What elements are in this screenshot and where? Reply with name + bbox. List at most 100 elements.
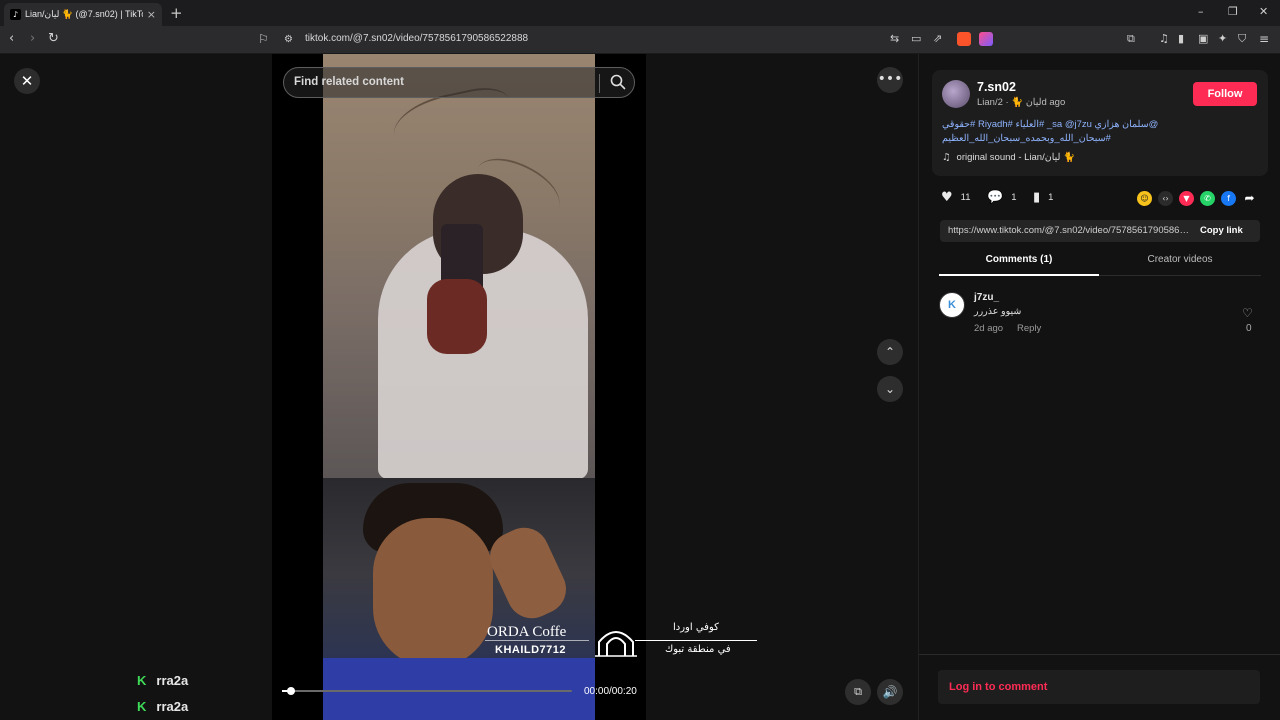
comment-icon: 💬 <box>987 190 1004 205</box>
url-text: tiktok.com/@7.sn02/video/757856179058652… <box>305 33 529 44</box>
commenter-avatar[interactable]: K <box>939 292 965 318</box>
overlay-arabic-bottom: في منطقة تبوك <box>665 644 731 655</box>
next-video-button[interactable]: ⌄ <box>877 376 903 402</box>
menu-icon[interactable]: ≡ <box>1259 31 1269 47</box>
share-arrow-icon[interactable]: ➦ <box>1242 191 1257 206</box>
browser-tabstrip: ♪ Lian/ليان 🐈 (@7.sn02) | TikTok × + – ❐… <box>0 0 1280 26</box>
repost-icon[interactable]: ▼ <box>1179 191 1194 206</box>
share-link-box: https://www.tiktok.com/@7.sn02/video/757… <box>940 220 1260 242</box>
progress-handle[interactable] <box>286 687 295 695</box>
like-button[interactable]: ♥ 11 <box>941 190 971 205</box>
related-search-input[interactable]: Find related content <box>283 67 635 98</box>
site-info-icon[interactable]: ⚙ <box>284 32 293 48</box>
cafe-logo-icon <box>595 631 637 657</box>
kick-watermark: Krra2a <box>137 699 188 714</box>
nickname-text: Lian/ليان 🐈 <box>977 97 1042 108</box>
video-time: 00:00/00:20 <box>584 686 637 697</box>
window-close-icon[interactable]: ✕ <box>1259 5 1268 18</box>
reply-button[interactable]: Reply <box>1017 323 1041 334</box>
share-link-text[interactable]: https://www.tiktok.com/@7.sn02/video/757… <box>948 225 1190 236</box>
like-count: 11 <box>960 192 971 203</box>
kick-icon: K <box>137 699 147 714</box>
comment-text: شيوو عذررر <box>974 306 1022 317</box>
kick-icon: K <box>137 673 147 688</box>
back-icon[interactable]: ‹ <box>9 31 14 47</box>
brave-shield-icon[interactable] <box>957 32 971 46</box>
overlay-line <box>635 640 757 641</box>
browser-tab[interactable]: ♪ Lian/ليان 🐈 (@7.sn02) | TikTok × <box>4 3 162 26</box>
login-to-comment-link[interactable]: Log in to comment <box>949 681 1047 693</box>
tab-title: Lian/ليان 🐈 (@7.sn02) | TikTok <box>25 9 143 19</box>
sound-link[interactable]: ♫ original sound - Lian/ليان 🐈 <box>942 152 1075 163</box>
cast-icon[interactable]: ▭ <box>911 31 921 47</box>
overlay-line <box>485 640 589 641</box>
more-options-button[interactable]: ••• <box>877 67 903 93</box>
video-frame-top <box>323 54 595 479</box>
friends-share-icon[interactable]: ☺ <box>1137 191 1152 206</box>
close-tab-icon[interactable]: × <box>147 8 156 21</box>
divider <box>919 654 1280 655</box>
video-frame-bottom <box>323 478 595 720</box>
facebook-icon[interactable]: f <box>1221 191 1236 206</box>
comment-like-icon[interactable]: ♡ <box>1242 306 1253 320</box>
save-count: 1 <box>1048 192 1054 203</box>
media-icon[interactable]: ♫ <box>1159 31 1169 47</box>
comment-button[interactable]: 💬 1 <box>987 190 1016 205</box>
bookmark-icon[interactable]: ⚐ <box>258 31 269 47</box>
screenshot-icon[interactable]: ⧉ <box>1127 31 1135 47</box>
creator-card: 7.sn02 Lian/ليان 🐈 · 2d ago Follow @سلما… <box>932 70 1268 176</box>
search-divider <box>599 74 600 93</box>
tiktok-video-page: ✕ Find related content ORDA Coffe KHAILD… <box>0 54 1280 720</box>
comment-time: 2d ago <box>974 323 1004 334</box>
login-to-comment-box[interactable]: Log in to comment <box>938 670 1260 704</box>
video-progress-bar[interactable] <box>282 687 572 695</box>
hand <box>427 279 487 354</box>
music-note-icon: ♫ <box>942 152 951 163</box>
creator-nickname: Lian/ليان 🐈 · 2d ago <box>977 97 1065 108</box>
volume-button[interactable]: 🔊 <box>877 679 903 705</box>
vpn-icon[interactable]: ⛉ <box>1238 31 1246 47</box>
whatsapp-icon[interactable]: ✆ <box>1200 191 1215 206</box>
new-tab-button[interactable]: + <box>170 4 183 22</box>
heart-icon: ♥ <box>941 190 953 205</box>
browser-toolbar: ‹ › ↻ ⚐ ⚙ tiktok.com/@7.sn02/video/75785… <box>0 26 1280 54</box>
floating-player-button[interactable]: ⧉ <box>845 679 871 705</box>
overlay-caption-bottom: KHAILD7712 <box>495 644 567 656</box>
video-description[interactable]: @سلمان هزازي sa @j7zu_ #العلياء #Riyadh … <box>942 118 1260 146</box>
details-panel: 7.sn02 Lian/ليان 🐈 · 2d ago Follow @سلما… <box>918 54 1280 720</box>
share-page-icon[interactable]: ⇗ <box>933 31 942 47</box>
reload-icon[interactable]: ↻ <box>48 31 59 47</box>
avatar[interactable] <box>942 80 970 108</box>
video-brand-overlay: ORDA Coffe KHAILD7712 كوفي اوردا في منطق… <box>485 622 757 662</box>
overlay-arabic-top: كوفي اوردا <box>673 622 719 633</box>
person-shirt <box>323 658 595 720</box>
follow-button[interactable]: Follow <box>1193 82 1257 106</box>
forward-icon[interactable]: › <box>30 31 35 47</box>
comment-like-count: 0 <box>1246 323 1252 334</box>
panel-tabs: Comments (1) Creator videos <box>939 254 1261 276</box>
tab-creator-videos[interactable]: Creator videos <box>1099 254 1261 276</box>
embed-icon[interactable]: ‹› <box>1158 191 1173 206</box>
sound-text: original sound - Lian/ليان 🐈 <box>956 152 1075 163</box>
minimize-icon[interactable]: – <box>1198 5 1204 18</box>
previous-video-button[interactable]: ⌃ <box>877 339 903 365</box>
commenter-username[interactable]: j7zu_ <box>974 292 999 303</box>
copy-link-button[interactable]: Copy link <box>1200 225 1243 236</box>
search-icon[interactable] <box>609 73 627 91</box>
engagement-bar: ♥ 11 💬 1 ▮ 1 ☺ ‹› ▼ ✆ f ➦ <box>941 190 1271 208</box>
creator-username[interactable]: 7.sn02 <box>977 80 1016 94</box>
comment-count: 1 <box>1011 192 1017 203</box>
restore-icon[interactable]: ❐ <box>1228 5 1238 18</box>
tab-comments[interactable]: Comments (1) <box>939 254 1099 276</box>
search-placeholder: Find related content <box>294 76 404 88</box>
close-video-button[interactable]: ✕ <box>14 68 40 94</box>
ai-icon[interactable]: ✦ <box>1218 31 1227 47</box>
person-face <box>373 518 493 668</box>
translate-icon[interactable]: ⇆ <box>890 31 899 47</box>
wallet-icon[interactable]: ▣ <box>1198 31 1208 47</box>
rewards-icon[interactable] <box>979 32 993 46</box>
sidebar-icon[interactable]: ▮ <box>1178 31 1184 47</box>
kick-watermark: Krra2a <box>137 673 188 688</box>
video-player[interactable] <box>272 54 646 720</box>
favorite-button[interactable]: ▮ 1 <box>1033 190 1053 205</box>
